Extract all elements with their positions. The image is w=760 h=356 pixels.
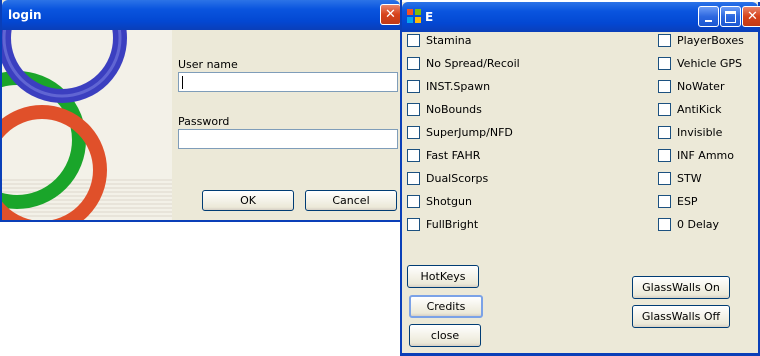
- option-shotgun[interactable]: Shotgun: [407, 195, 472, 208]
- checkbox[interactable]: [407, 80, 420, 93]
- option-no-spread-recoil[interactable]: No Spread/Recoil: [407, 57, 520, 70]
- close-button[interactable]: close: [409, 324, 481, 347]
- option-invisible[interactable]: Invisible: [658, 126, 722, 139]
- option-nowater[interactable]: NoWater: [658, 80, 724, 93]
- checkbox[interactable]: [658, 218, 671, 231]
- password-label: Password: [178, 115, 230, 128]
- option-superjump-nfd[interactable]: SuperJump/NFD: [407, 126, 513, 139]
- windows-flag-icon: [407, 9, 421, 23]
- checkbox[interactable]: [407, 218, 420, 231]
- e-window-title: E: [425, 10, 434, 24]
- option-esp[interactable]: ESP: [658, 195, 698, 208]
- checkbox[interactable]: [658, 57, 671, 70]
- login-titlebar[interactable]: login ✕: [2, 0, 401, 30]
- hotkeys-button[interactable]: HotKeys: [407, 265, 479, 288]
- option-fast-fahr[interactable]: Fast FAHR: [407, 149, 480, 162]
- minimize-icon[interactable]: [698, 6, 719, 27]
- option-nobounds[interactable]: NoBounds: [407, 103, 482, 116]
- checkbox[interactable]: [407, 172, 420, 185]
- checkbox[interactable]: [658, 126, 671, 139]
- checkbox[interactable]: [658, 149, 671, 162]
- close-icon[interactable]: ✕: [380, 4, 401, 25]
- text-caret: [182, 76, 183, 89]
- ok-button[interactable]: OK: [202, 190, 294, 211]
- checkbox[interactable]: [658, 195, 671, 208]
- login-window: login ✕ User name Password OK Cancel: [0, 0, 402, 222]
- option-0-delay[interactable]: 0 Delay: [658, 218, 719, 231]
- checkbox[interactable]: [407, 103, 420, 116]
- checkbox[interactable]: [658, 34, 671, 47]
- option-inst-spawn[interactable]: INST.Spawn: [407, 80, 490, 93]
- checkbox[interactable]: [658, 103, 671, 116]
- login-content: User name Password OK Cancel: [2, 30, 400, 220]
- option-stw[interactable]: STW: [658, 172, 702, 185]
- cancel-button[interactable]: Cancel: [305, 190, 397, 211]
- credits-button[interactable]: Credits: [409, 295, 483, 318]
- option-playerboxes[interactable]: PlayerBoxes: [658, 34, 744, 47]
- close-icon[interactable]: ✕: [742, 6, 760, 27]
- option-vehicle-gps[interactable]: Vehicle GPS: [658, 57, 742, 70]
- option-antikick[interactable]: AntiKick: [658, 103, 722, 116]
- option-inf-ammo[interactable]: INF Ammo: [658, 149, 734, 162]
- e-window: E ✕ Stamina No Spread/Recoil INST.Spawn …: [400, 2, 760, 356]
- option-dualscorps[interactable]: DualScorps: [407, 172, 488, 185]
- checkbox[interactable]: [407, 57, 420, 70]
- checkbox[interactable]: [407, 149, 420, 162]
- option-fullbright[interactable]: FullBright: [407, 218, 478, 231]
- checkbox[interactable]: [407, 195, 420, 208]
- username-field[interactable]: [178, 72, 398, 92]
- rings-banner-image: [2, 30, 172, 220]
- checkbox[interactable]: [658, 80, 671, 93]
- maximize-icon[interactable]: [720, 6, 741, 27]
- checkbox[interactable]: [658, 172, 671, 185]
- checkbox[interactable]: [407, 126, 420, 139]
- login-window-title: login: [8, 8, 42, 22]
- glasswalls-off-button[interactable]: GlassWalls Off: [632, 305, 730, 328]
- option-stamina[interactable]: Stamina: [407, 34, 472, 47]
- e-titlebar[interactable]: E ✕: [402, 2, 760, 32]
- glasswalls-on-button[interactable]: GlassWalls On: [632, 276, 730, 299]
- username-label: User name: [178, 58, 238, 71]
- password-field[interactable]: [178, 129, 398, 149]
- checkbox[interactable]: [407, 34, 420, 47]
